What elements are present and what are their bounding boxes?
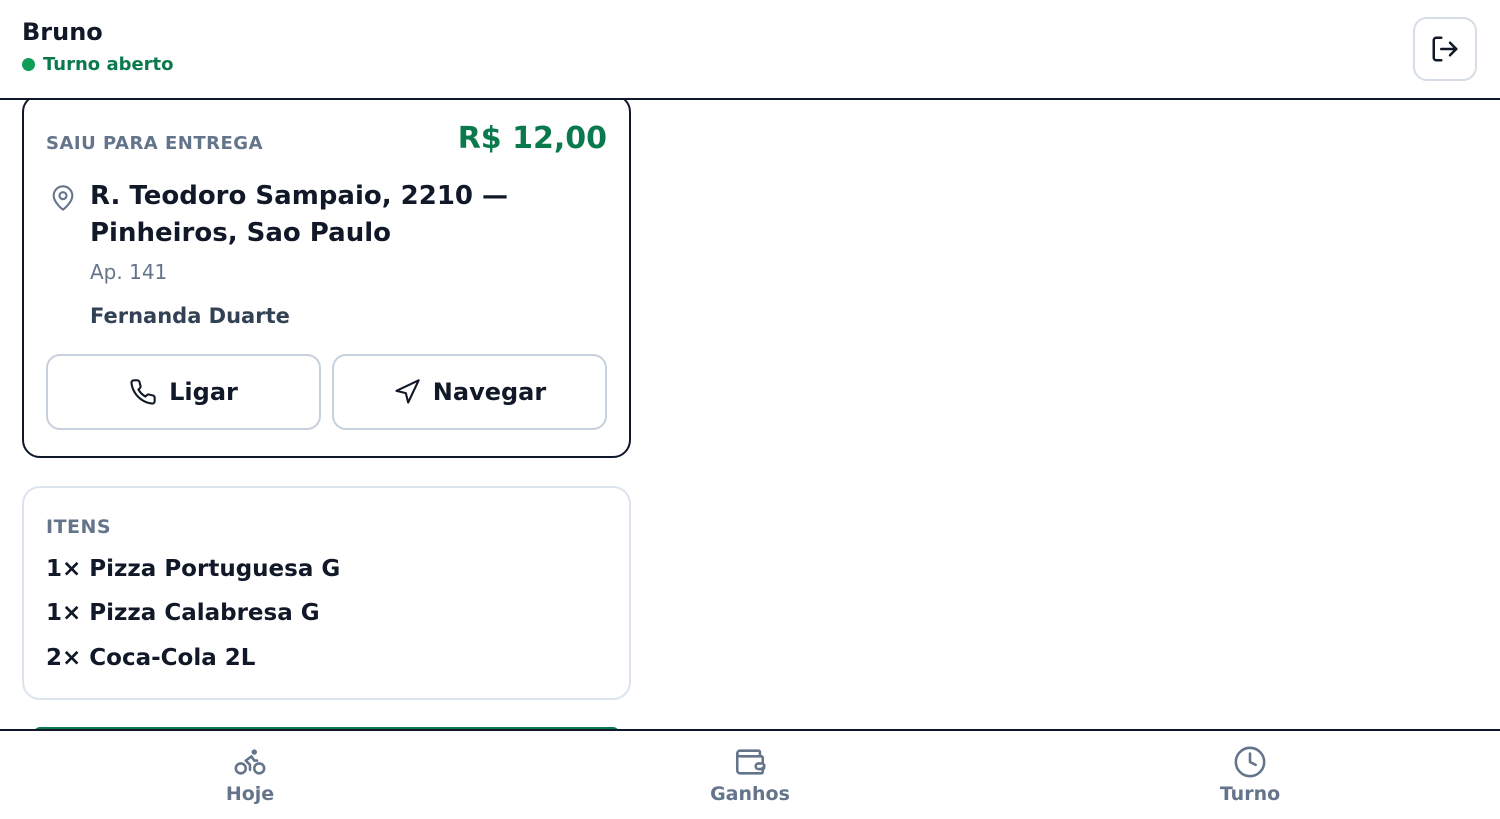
top-header: Bruno Turno aberto xyxy=(0,0,1500,100)
navigate-button[interactable]: Navegar xyxy=(332,354,607,430)
navigate-button-label: Navegar xyxy=(432,378,547,406)
user-name: Bruno xyxy=(22,18,103,46)
list-item: 1× Pizza Calabresa G xyxy=(46,600,320,626)
address-complement: Ap. 141 xyxy=(90,260,168,284)
call-button-label: Ligar xyxy=(169,378,238,406)
logout-button[interactable] xyxy=(1413,17,1477,81)
delivery-card: SAIU PARA ENTREGA R$ 12,00 R. Teodoro Sa… xyxy=(22,100,631,458)
clock-icon xyxy=(1234,746,1266,778)
map-pin-icon xyxy=(52,185,74,211)
main-content[interactable]: SAIU PARA ENTREGA R$ 12,00 R. Teodoro Sa… xyxy=(0,100,1500,729)
nav-label-hoje: Hoje xyxy=(225,783,275,805)
nav-label-ganhos: Ganhos xyxy=(710,783,790,805)
items-title: ITENS xyxy=(46,516,112,538)
list-item: 1× Pizza Portuguesa G xyxy=(46,556,341,582)
wallet-icon xyxy=(735,749,766,775)
shift-status: Turno aberto xyxy=(22,54,174,75)
call-button[interactable]: Ligar xyxy=(46,354,321,430)
status-dot xyxy=(22,58,35,71)
delivery-status: SAIU PARA ENTREGA xyxy=(46,133,264,154)
customer-name: Fernanda Duarte xyxy=(90,304,290,328)
navigation-arrow-icon xyxy=(395,379,420,404)
bike-icon xyxy=(234,749,266,775)
logout-icon xyxy=(1432,36,1458,62)
address-line-2: Pinheiros, Sao Paulo xyxy=(90,218,391,248)
phone-icon xyxy=(130,379,156,405)
items-card: ITENS 1× Pizza Portuguesa G 1× Pizza Cal… xyxy=(22,486,631,700)
nav-item-hoje[interactable]: Hoje xyxy=(0,731,500,819)
list-item: 2× Coca-Cola 2L xyxy=(46,645,256,671)
nav-label-turno: Turno xyxy=(1219,783,1281,805)
shift-status-label: Turno aberto xyxy=(43,54,174,75)
app-root: Bruno Turno aberto SAIU PARA ENTREGA R$ … xyxy=(0,0,1500,819)
address-line-1: R. Teodoro Sampaio, 2210 — xyxy=(90,181,509,211)
nav-item-ganhos[interactable]: Ganhos xyxy=(500,731,1000,819)
delivery-price: R$ 12,00 xyxy=(457,121,607,156)
nav-item-turno[interactable]: Turno xyxy=(1000,731,1500,819)
delivery-address: R. Teodoro Sampaio, 2210 — Pinheiros, Sa… xyxy=(90,178,590,252)
bottom-nav: Hoje Ganhos Turno xyxy=(0,729,1500,819)
